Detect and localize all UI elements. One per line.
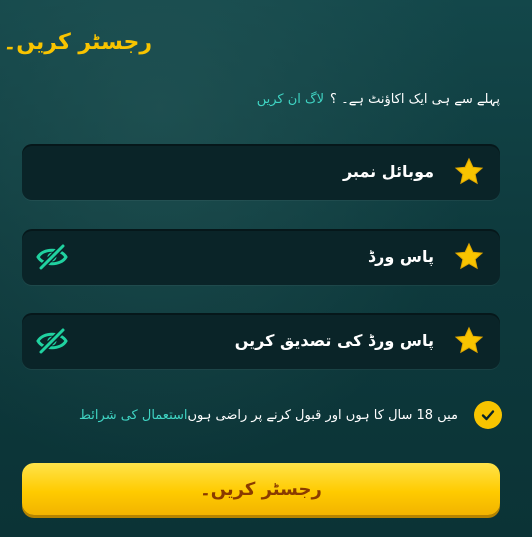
mobile-number-field[interactable]: موبائل نمبر (22, 144, 500, 200)
login-prompt-text: پہلے سے ہی ایک اکاؤنٹ ہے۔ ؟ (330, 92, 500, 107)
mobile-number-label: موبائل نمبر (342, 162, 434, 181)
checkmark-icon (481, 410, 495, 421)
register-panel: رجسٹر کریں۔ پہلے سے ہی ایک اکاؤنٹ ہے۔ ؟ ل… (0, 0, 532, 537)
terms-link[interactable]: استعمال کی شرائط (79, 408, 188, 423)
page-title: رجسٹر کریں۔ (3, 30, 152, 55)
terms-row: میں 18 سال کا ہوں اور قبول کرنے پر راضی … (79, 400, 502, 430)
star-icon (454, 326, 484, 354)
register-button[interactable]: رجسٹر کریں۔ (22, 463, 500, 515)
login-prompt: پہلے سے ہی ایک اکاؤنٹ ہے۔ ؟ لاگ ان کریں (257, 92, 500, 107)
star-icon (454, 242, 484, 270)
password-field[interactable]: پاس ورڈ (22, 229, 500, 285)
confirm-password-label: پاس ورڈ کی تصدیق کریں (234, 331, 434, 350)
terms-text: میں 18 سال کا ہوں اور قبول کرنے پر راضی … (187, 407, 459, 423)
eye-slash-icon[interactable] (36, 243, 68, 271)
password-label: پاس ورڈ (368, 247, 434, 266)
eye-slash-icon[interactable] (36, 327, 68, 355)
login-link[interactable]: لاگ ان کریں (257, 92, 324, 107)
star-icon (454, 157, 484, 185)
terms-checkbox[interactable] (474, 401, 502, 429)
confirm-password-field[interactable]: پاس ورڈ کی تصدیق کریں (22, 313, 500, 369)
